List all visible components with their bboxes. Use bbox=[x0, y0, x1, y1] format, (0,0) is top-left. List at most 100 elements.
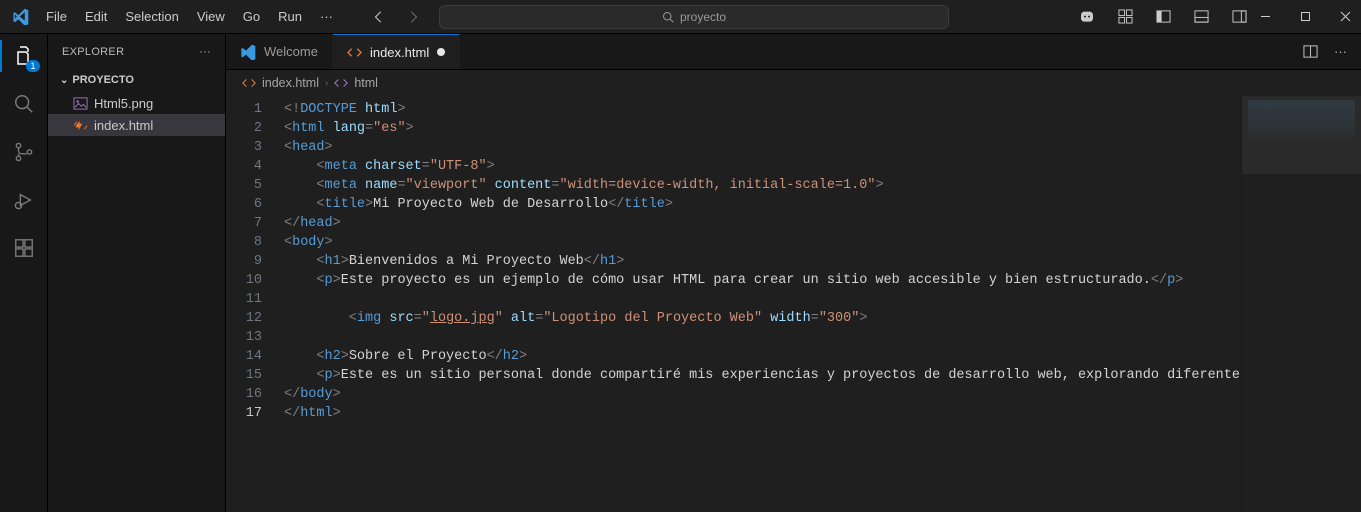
code-line: <meta name="viewport" content="width=dev… bbox=[284, 176, 1361, 195]
main-area: 1 EXPLORER ··· ⌄ PROYECTO Html5.png index… bbox=[0, 34, 1361, 512]
line-number: 7 bbox=[226, 214, 262, 233]
tab-index-html[interactable]: index.html bbox=[333, 34, 460, 69]
title-bar: FileEditSelectionViewGoRun··· proyecto bbox=[0, 0, 1361, 34]
history-nav bbox=[371, 9, 421, 25]
file-icon bbox=[72, 118, 88, 133]
breadcrumbs[interactable]: index.html › html bbox=[226, 70, 1361, 96]
menu-view[interactable]: View bbox=[189, 5, 233, 28]
menu-file[interactable]: File bbox=[38, 5, 75, 28]
tab-label: index.html bbox=[370, 45, 429, 60]
forward-icon[interactable] bbox=[405, 9, 421, 25]
code-line bbox=[284, 328, 1361, 347]
maximize-icon[interactable] bbox=[1297, 9, 1313, 25]
file-name: index.html bbox=[94, 118, 153, 133]
code-line: <!DOCTYPE html> bbox=[284, 100, 1361, 119]
line-number: 10 bbox=[226, 271, 262, 290]
code-line: <h1>Bienvenidos a Mi Proyecto Web</h1> bbox=[284, 252, 1361, 271]
minimap[interactable] bbox=[1241, 96, 1361, 512]
dirty-indicator-icon bbox=[437, 48, 445, 56]
menu-edit[interactable]: Edit bbox=[77, 5, 115, 28]
activity-bar: 1 bbox=[0, 34, 48, 512]
line-number: 3 bbox=[226, 138, 262, 157]
minimap-slider[interactable] bbox=[1242, 96, 1361, 174]
code-line: <p>Este es un sitio personal donde compa… bbox=[284, 366, 1361, 385]
line-number: 14 bbox=[226, 347, 262, 366]
explorer-sidebar: EXPLORER ··· ⌄ PROYECTO Html5.png index.h… bbox=[48, 34, 226, 512]
chevron-down-icon: ⌄ bbox=[60, 75, 68, 86]
line-number: 17 bbox=[226, 404, 262, 423]
tab-welcome[interactable]: Welcome bbox=[226, 34, 333, 69]
activity-extensions[interactable] bbox=[10, 234, 38, 262]
file-tree: Html5.png index.html bbox=[48, 90, 225, 136]
line-number: 8 bbox=[226, 233, 262, 252]
line-number: 6 bbox=[226, 195, 262, 214]
code-line: <head> bbox=[284, 138, 1361, 157]
toggle-secondary-sidebar-icon[interactable] bbox=[1231, 9, 1247, 25]
tab-icon bbox=[347, 45, 362, 60]
code-line: <html lang="es"> bbox=[284, 119, 1361, 138]
code-line: <img src="logo.jpg" alt="Logotipo del Pr… bbox=[284, 309, 1361, 328]
line-number: 16 bbox=[226, 385, 262, 404]
tabs-actions: ··· bbox=[1302, 34, 1361, 69]
breadcrumb-label[interactable]: index.html bbox=[262, 76, 319, 90]
toggle-sidebar-icon[interactable] bbox=[1155, 9, 1171, 25]
line-number: 1 bbox=[226, 100, 262, 119]
editor-area: Welcome index.html ··· index.html › html 12… bbox=[226, 34, 1361, 512]
layout-grid-icon[interactable] bbox=[1117, 9, 1133, 25]
line-number: 9 bbox=[226, 252, 262, 271]
tabs-container: Welcome index.html bbox=[226, 34, 460, 69]
file-name: Html5.png bbox=[94, 96, 153, 111]
menu-run[interactable]: Run bbox=[270, 5, 310, 28]
back-icon[interactable] bbox=[371, 9, 387, 25]
activity-search[interactable] bbox=[10, 90, 38, 118]
code-line bbox=[284, 290, 1361, 309]
file-item[interactable]: Html5.png bbox=[48, 92, 225, 114]
code-line: <title>Mi Proyecto Web de Desarrollo</ti… bbox=[284, 195, 1361, 214]
element-icon bbox=[334, 76, 348, 90]
activity-badge: 1 bbox=[26, 60, 39, 72]
menu-···[interactable]: ··· bbox=[312, 5, 341, 28]
file-item[interactable]: index.html bbox=[48, 114, 225, 136]
split-editor-icon[interactable] bbox=[1302, 44, 1318, 60]
line-number: 15 bbox=[226, 366, 262, 385]
line-number: 12 bbox=[226, 309, 262, 328]
search-icon bbox=[662, 11, 674, 23]
editor-body: 1234567891011121314151617 <!DOCTYPE html… bbox=[226, 96, 1361, 512]
html-file-icon bbox=[242, 76, 256, 90]
code-line: <meta charset="UTF-8"> bbox=[284, 157, 1361, 176]
line-number: 4 bbox=[226, 157, 262, 176]
code-line: <body> bbox=[284, 233, 1361, 252]
copilot-icon[interactable] bbox=[1079, 9, 1095, 25]
code-line: </body> bbox=[284, 385, 1361, 404]
window-controls bbox=[1257, 9, 1353, 25]
menu-bar: FileEditSelectionViewGoRun··· bbox=[38, 5, 341, 28]
menu-go[interactable]: Go bbox=[235, 5, 268, 28]
toggle-panel-icon[interactable] bbox=[1193, 9, 1209, 25]
menu-selection[interactable]: Selection bbox=[117, 5, 186, 28]
activity-explorer[interactable]: 1 bbox=[10, 42, 38, 70]
tabs-more-icon[interactable]: ··· bbox=[1334, 44, 1347, 59]
command-center-text: proyecto bbox=[680, 10, 726, 24]
code-line: <p>Este proyecto es un ejemplo de cómo u… bbox=[284, 271, 1361, 290]
sidebar-header: EXPLORER ··· bbox=[48, 34, 225, 70]
command-center[interactable]: proyecto bbox=[439, 5, 949, 29]
sidebar-title: EXPLORER bbox=[62, 46, 124, 58]
titlebar-right-icons bbox=[1079, 9, 1247, 25]
close-icon[interactable] bbox=[1337, 9, 1353, 25]
minimize-icon[interactable] bbox=[1257, 9, 1273, 25]
folder-root[interactable]: ⌄ PROYECTO bbox=[48, 70, 225, 90]
chevron-right-icon: › bbox=[325, 78, 328, 89]
tabs-row: Welcome index.html ··· bbox=[226, 34, 1361, 70]
folder-name: PROYECTO bbox=[72, 74, 134, 86]
sidebar-more-icon[interactable]: ··· bbox=[199, 46, 211, 58]
tab-icon bbox=[240, 44, 256, 60]
breadcrumb-label[interactable]: html bbox=[354, 76, 378, 90]
activity-source-control[interactable] bbox=[10, 138, 38, 166]
code-line: </head> bbox=[284, 214, 1361, 233]
vscode-logo-icon bbox=[8, 8, 32, 25]
tab-label: Welcome bbox=[264, 44, 318, 59]
line-number: 2 bbox=[226, 119, 262, 138]
file-icon bbox=[72, 96, 88, 111]
code-content[interactable]: <!DOCTYPE html><html lang="es"><head> <m… bbox=[276, 96, 1361, 512]
activity-debug[interactable] bbox=[10, 186, 38, 214]
